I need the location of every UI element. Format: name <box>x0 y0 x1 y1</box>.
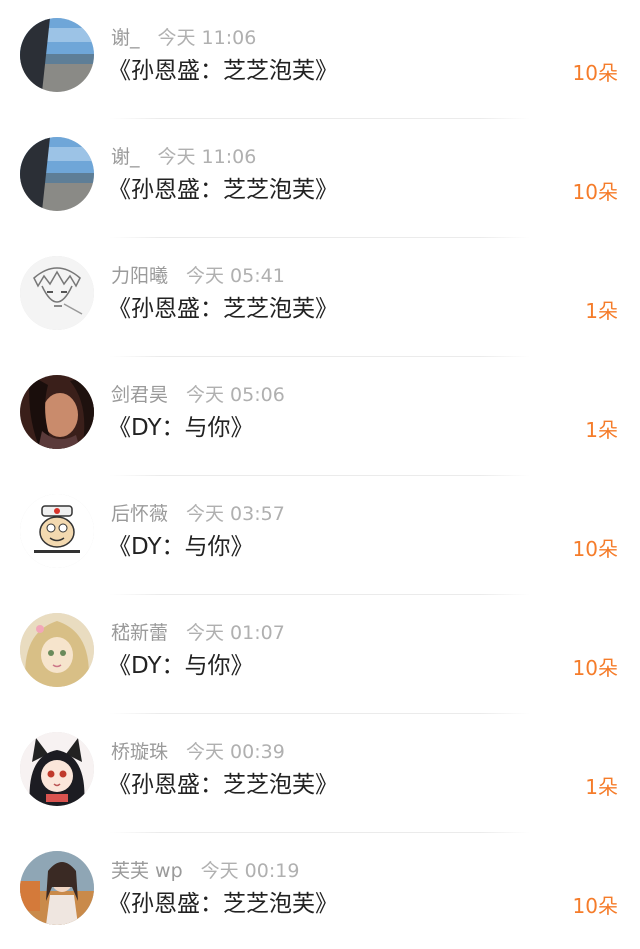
timestamp: 今天 11:06 <box>157 27 257 49</box>
gift-message: 《孙恩盛：芝芝泡芙》 <box>108 296 338 322</box>
list-item[interactable]: 桥璇珠 今天 00:39 《孙恩盛：芝芝泡芙》 1朵 <box>0 714 640 833</box>
flower-count: 1朵 <box>585 775 618 799</box>
timestamp: 今天 05:06 <box>186 384 285 406</box>
timestamp: 今天 03:57 <box>186 503 285 525</box>
list-item[interactable]: 剑君昊 今天 05:06 《DY：与你》 1朵 <box>0 357 640 476</box>
flower-count: 10朵 <box>572 656 618 680</box>
gift-message: 《孙恩盛：芝芝泡芙》 <box>108 772 338 798</box>
gift-message: 《DY：与你》 <box>108 415 254 441</box>
flower-count: 10朵 <box>572 61 618 85</box>
flower-count: 1朵 <box>585 299 618 323</box>
flower-count: 1朵 <box>585 418 618 442</box>
user-name[interactable]: 芙芙 wp <box>111 860 183 882</box>
user-name[interactable]: 剑君昊 <box>111 384 168 406</box>
anime-blonde-avatar-icon[interactable] <box>20 613 94 687</box>
flower-count: 10朵 <box>572 180 618 204</box>
user-name[interactable]: 嵇新蕾 <box>111 622 168 644</box>
list-item[interactable]: 芙芙 wp 今天 00:19 《孙恩盛：芝芝泡芙》 10朵 <box>0 833 640 949</box>
cartoon-face-avatar-icon[interactable] <box>20 494 94 568</box>
list-item[interactable]: 谢_ 今天 11:06 《孙恩盛：芝芝泡芙》 10朵 <box>0 0 640 119</box>
timestamp: 今天 11:06 <box>157 146 257 168</box>
beach-avatar-icon[interactable] <box>20 137 94 211</box>
gift-message: 《孙恩盛：芝芝泡芙》 <box>108 177 338 203</box>
timestamp: 今天 00:19 <box>200 860 300 882</box>
list-item[interactable]: 嵇新蕾 今天 01:07 《DY：与你》 10朵 <box>0 595 640 714</box>
flower-count: 10朵 <box>572 537 618 561</box>
list-item[interactable]: 谢_ 今天 11:06 《孙恩盛：芝芝泡芙》 10朵 <box>0 119 640 238</box>
timestamp: 今天 01:07 <box>186 622 285 644</box>
user-name[interactable]: 力阳曦 <box>111 265 168 287</box>
anime-catgirl-avatar-icon[interactable] <box>20 732 94 806</box>
list-item[interactable]: 后怀薇 今天 03:57 《DY：与你》 10朵 <box>0 476 640 595</box>
flower-count: 10朵 <box>572 894 618 918</box>
timestamp: 今天 00:39 <box>186 741 285 763</box>
gift-message: 《孙恩盛：芝芝泡芙》 <box>108 58 338 84</box>
user-name[interactable]: 谢_ <box>111 27 140 49</box>
gift-message: 《DY：与你》 <box>108 653 254 679</box>
user-name[interactable]: 谢_ <box>111 146 140 168</box>
timestamp: 今天 05:41 <box>186 265 285 287</box>
girl-photo-avatar-icon[interactable] <box>20 375 94 449</box>
user-name[interactable]: 桥璇珠 <box>111 741 168 763</box>
sketch-anime-avatar-icon[interactable] <box>20 256 94 330</box>
woman-photo-avatar-icon[interactable] <box>20 851 94 925</box>
gift-message: 《孙恩盛：芝芝泡芙》 <box>108 891 338 917</box>
gift-message: 《DY：与你》 <box>108 534 254 560</box>
gift-record-list: 谢_ 今天 11:06 《孙恩盛：芝芝泡芙》 10朵 谢_ 今天 11:06 《孙恩… <box>0 0 640 949</box>
user-name[interactable]: 后怀薇 <box>111 503 168 525</box>
list-item[interactable]: 力阳曦 今天 05:41 《孙恩盛：芝芝泡芙》 1朵 <box>0 238 640 357</box>
beach-avatar-icon[interactable] <box>20 18 94 92</box>
